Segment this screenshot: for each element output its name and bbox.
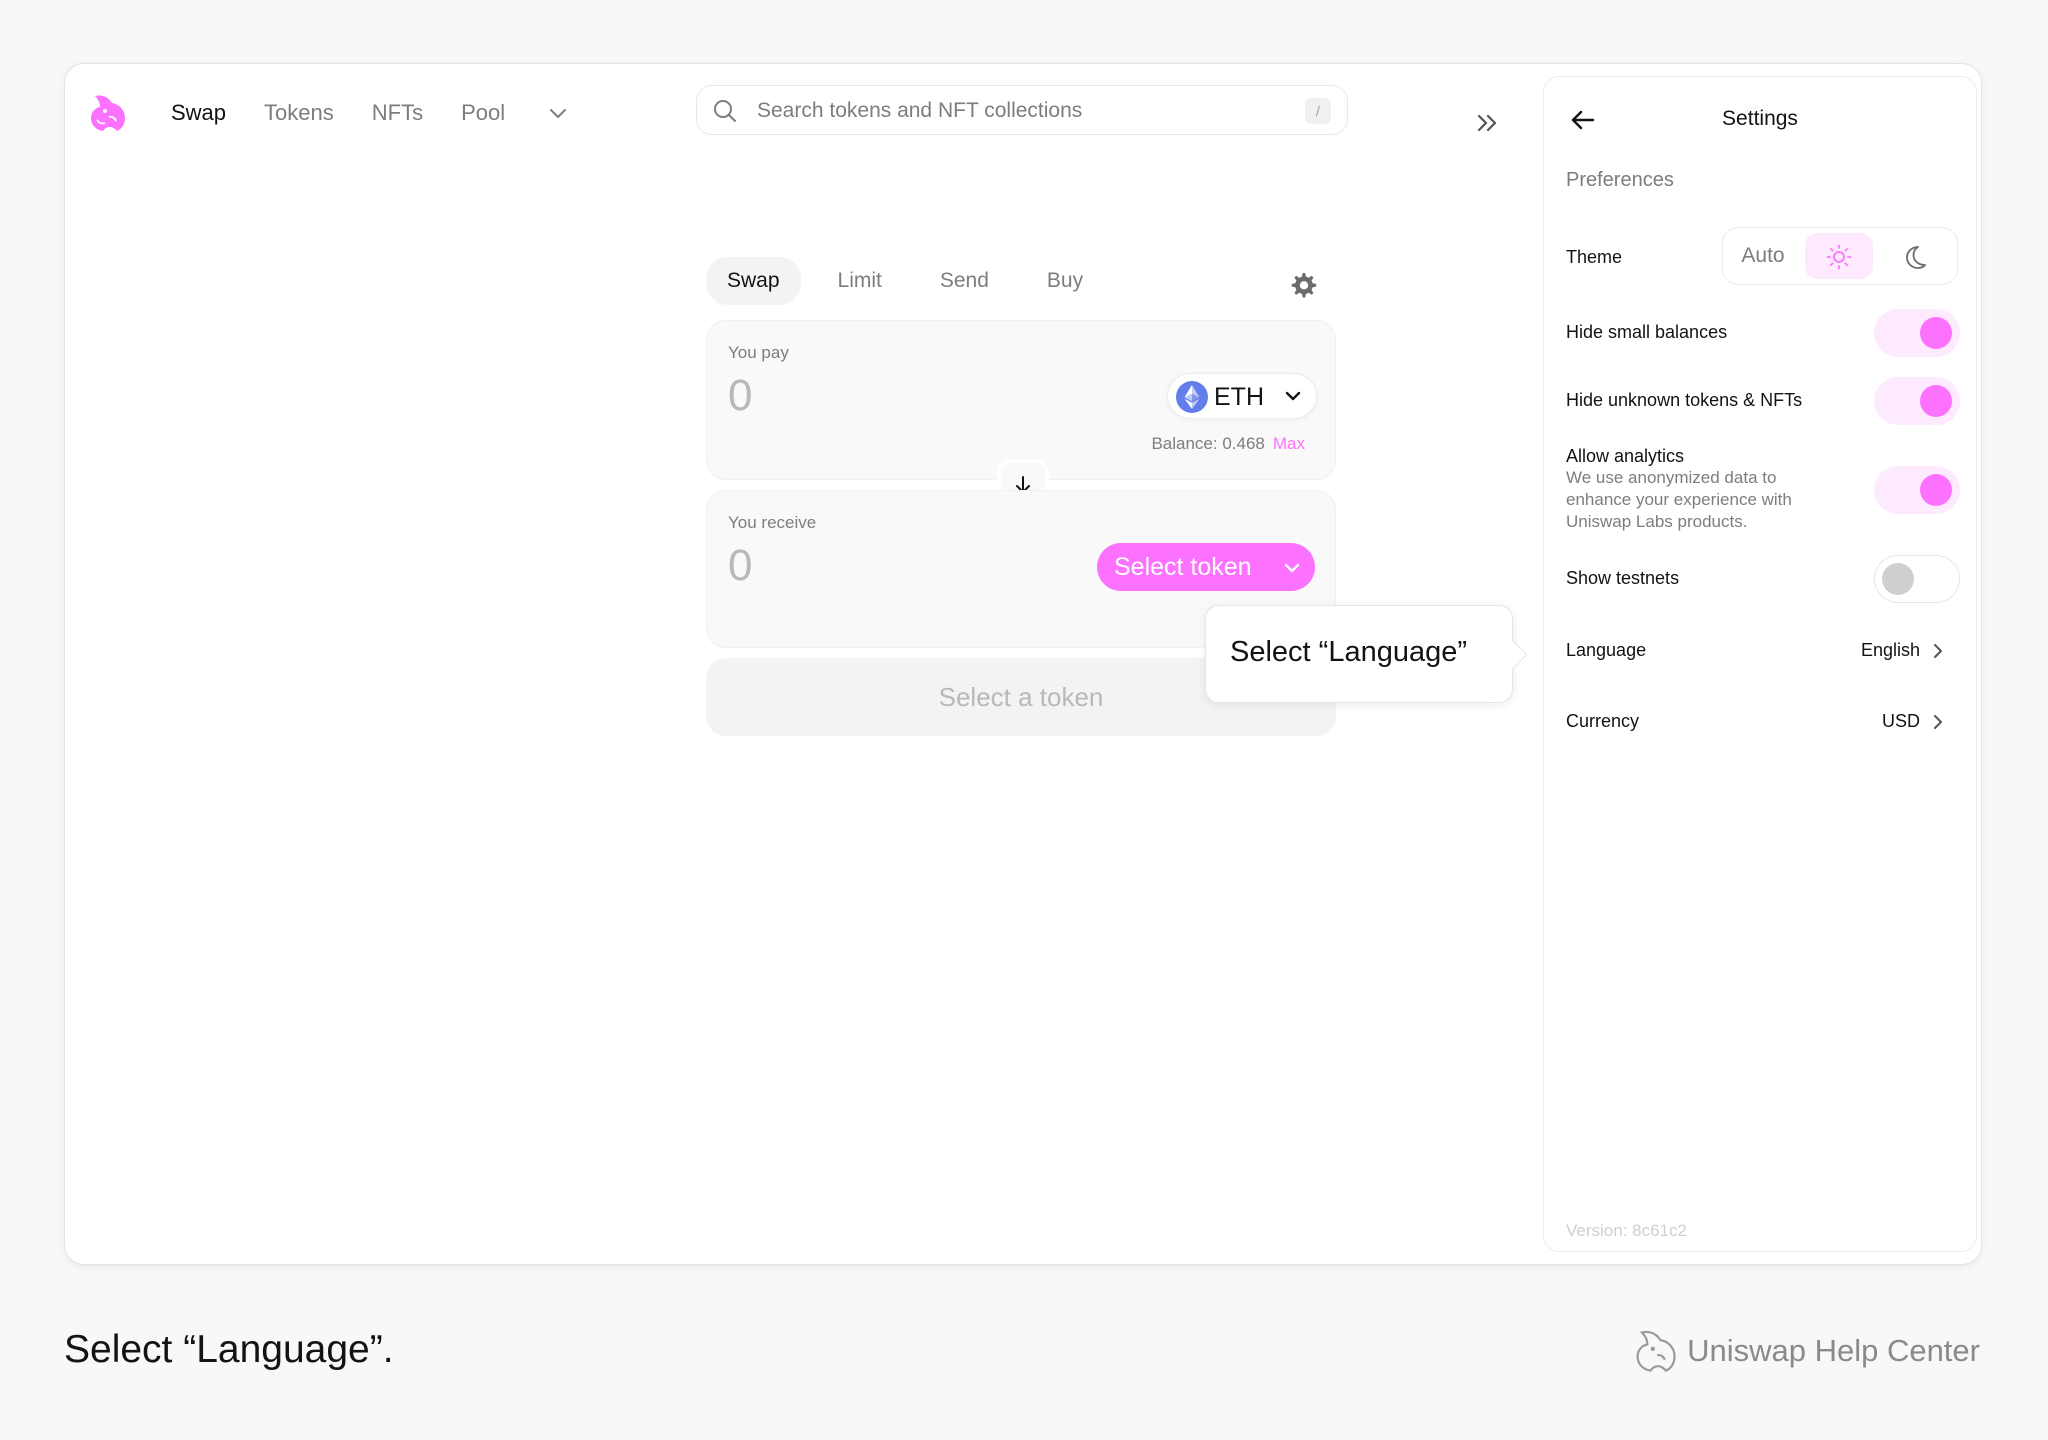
toggle-knob bbox=[1882, 563, 1914, 595]
moon-icon bbox=[1906, 246, 1926, 269]
toggle-knob bbox=[1920, 474, 1952, 506]
tab-send[interactable]: Send bbox=[919, 257, 1010, 305]
chevron-right-icon bbox=[1934, 644, 1942, 658]
tooltip-pointer bbox=[1497, 639, 1528, 670]
currency-value: USD bbox=[1881, 711, 1920, 731]
max-button[interactable]: Max bbox=[1273, 434, 1305, 453]
pay-amount-input[interactable]: 0 bbox=[728, 371, 752, 421]
main-nav: Swap Tokens NFTs Pool bbox=[171, 100, 569, 126]
hide-unknown-tokens-toggle[interactable] bbox=[1874, 377, 1960, 425]
settings-panel: Settings Preferences Theme Auto Hide sma… bbox=[1543, 76, 1977, 1252]
help-center-text: Uniswap Help Center bbox=[1687, 1333, 1980, 1368]
allow-analytics-toggle[interactable] bbox=[1874, 466, 1960, 514]
search-icon bbox=[714, 100, 736, 122]
tab-limit[interactable]: Limit bbox=[817, 257, 903, 305]
show-testnets-label: Show testnets bbox=[1566, 568, 1680, 588]
search-bar[interactable]: Search tokens and NFT collections / bbox=[696, 85, 1348, 135]
pay-balance: Balance: 0.468 Max bbox=[1151, 434, 1305, 454]
hide-unknown-tokens-label: Hide unknown tokens & NFTs bbox=[1566, 390, 1803, 410]
theme-light-option[interactable] bbox=[1805, 233, 1873, 279]
step-caption: Select “Language”. bbox=[64, 1328, 394, 1371]
toggle-knob bbox=[1920, 317, 1952, 349]
nav-pool[interactable]: Pool bbox=[461, 100, 505, 126]
receive-label: You receive bbox=[728, 513, 817, 532]
currency-row[interactable]: Currency USD bbox=[1544, 703, 1976, 743]
version-text: Version: 8c61c2 bbox=[1566, 1221, 1687, 1240]
chevron-down-icon[interactable] bbox=[547, 102, 569, 124]
toggle-knob bbox=[1920, 385, 1952, 417]
pay-label: You pay bbox=[728, 343, 789, 362]
collapse-panel-icon[interactable] bbox=[1475, 110, 1501, 136]
language-label: Language bbox=[1566, 640, 1647, 660]
language-value: English bbox=[1860, 640, 1920, 660]
nav-swap[interactable]: Swap bbox=[171, 100, 226, 126]
theme-selector: Auto bbox=[1722, 227, 1958, 285]
eth-icon bbox=[1176, 381, 1208, 413]
tab-buy[interactable]: Buy bbox=[1026, 257, 1104, 305]
language-row[interactable]: Language English bbox=[1544, 632, 1976, 672]
hide-small-balances-toggle[interactable] bbox=[1874, 309, 1960, 357]
theme-label: Theme bbox=[1566, 247, 1623, 267]
search-placeholder: Search tokens and NFT collections bbox=[757, 99, 1083, 122]
app-window: Swap Tokens NFTs Pool Search tokens and … bbox=[64, 63, 1982, 1265]
nav-nfts[interactable]: NFTs bbox=[372, 100, 423, 126]
select-token-label: Select token bbox=[1114, 553, 1252, 581]
chevron-down-icon bbox=[1285, 391, 1301, 401]
nav-tokens[interactable]: Tokens bbox=[264, 100, 334, 126]
select-token-button[interactable]: Select token bbox=[1097, 543, 1315, 591]
help-center-brand: Uniswap Help Center bbox=[1631, 1326, 1980, 1376]
pay-token-selector[interactable]: ETH bbox=[1167, 373, 1317, 419]
swap-tabs: Swap Limit Send Buy bbox=[706, 257, 1120, 305]
gear-icon[interactable] bbox=[1290, 271, 1318, 299]
pay-panel: You pay 0 ETH Balance: 0.468 Max bbox=[706, 320, 1336, 480]
currency-label: Currency bbox=[1566, 711, 1640, 731]
theme-auto-option[interactable]: Auto bbox=[1729, 233, 1797, 279]
show-testnets-toggle[interactable] bbox=[1874, 555, 1960, 603]
settings-title: Settings bbox=[1722, 107, 1798, 130]
tooltip-text: Select “Language” bbox=[1230, 636, 1467, 668]
receive-amount-input[interactable]: 0 bbox=[728, 541, 752, 591]
balance-text: Balance: 0.468 bbox=[1151, 434, 1265, 453]
pay-token-symbol: ETH bbox=[1214, 383, 1264, 411]
allow-analytics-description: We use anonymized data to enhance your e… bbox=[1566, 468, 1792, 531]
uniswap-unicorn-icon bbox=[1636, 1330, 1676, 1372]
sun-icon bbox=[1826, 244, 1852, 270]
instruction-tooltip: Select “Language” bbox=[1205, 605, 1528, 703]
uniswap-logo-icon[interactable] bbox=[85, 90, 129, 136]
preferences-heading: Preferences bbox=[1566, 169, 1674, 191]
hide-small-balances-label: Hide small balances bbox=[1566, 322, 1728, 342]
tab-swap[interactable]: Swap bbox=[706, 257, 801, 305]
search-shortcut-key: / bbox=[1305, 98, 1331, 124]
theme-dark-option[interactable] bbox=[1881, 233, 1949, 279]
allow-analytics-label: Allow analytics bbox=[1566, 446, 1685, 466]
chevron-down-icon bbox=[1284, 563, 1300, 573]
chevron-right-icon bbox=[1934, 715, 1942, 729]
